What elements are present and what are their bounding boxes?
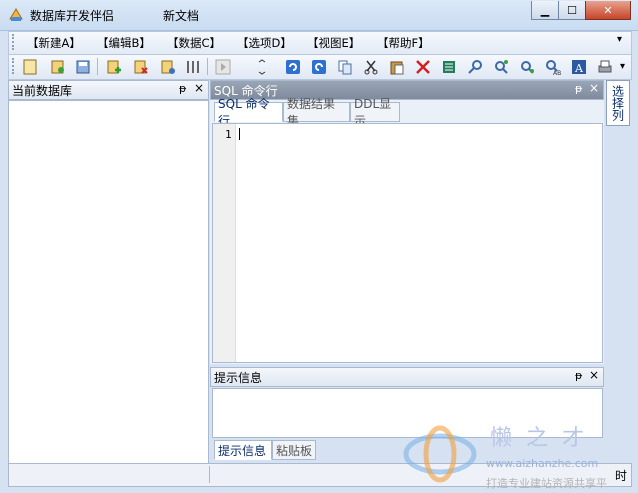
toolbar-separator: [97, 58, 98, 75]
redo-icon[interactable]: [310, 58, 327, 75]
close-icon[interactable]: ×: [589, 368, 599, 382]
database-tree[interactable]: [8, 100, 209, 464]
toolbar-overflow-icon[interactable]: [257, 58, 267, 75]
svg-text:ABC: ABC: [553, 70, 561, 75]
close-icon[interactable]: ×: [589, 81, 599, 95]
close-icon: ✕: [603, 3, 613, 17]
print-icon[interactable]: [596, 58, 613, 75]
undo-icon[interactable]: [284, 58, 301, 75]
pin-icon[interactable]: ᵽ: [179, 82, 186, 95]
menu-view[interactable]: 【视图E】: [307, 35, 360, 51]
replace-icon[interactable]: ABC: [544, 58, 561, 75]
cut-icon[interactable]: [362, 58, 379, 75]
line-number: 1: [225, 128, 232, 141]
delete-icon[interactable]: [132, 58, 149, 75]
menubar-grip[interactable]: [12, 34, 17, 50]
tab-select-columns[interactable]: 选择列: [606, 80, 630, 126]
maximize-button[interactable]: ☐: [558, 1, 586, 20]
tab-clipboard[interactable]: 粘贴板: [272, 440, 316, 460]
run-icon[interactable]: [214, 58, 231, 75]
watermark-logo: [398, 416, 478, 488]
close-button[interactable]: ✕: [585, 1, 631, 20]
svg-text:A: A: [574, 62, 584, 75]
tab-result-set[interactable]: 数据结果集: [283, 97, 350, 128]
toolbar: ABC A ▾: [8, 54, 632, 80]
menu-bar: 【新建A】 【编辑B】 【数据C】 【选项D】 【视图E】 【帮助F】 ▾: [8, 31, 632, 55]
grid-icon[interactable]: [440, 58, 457, 75]
toolbar-grip[interactable]: [12, 58, 17, 74]
sql-panel: SQL 命令行 数据结果集 DDL显示 1: [210, 97, 604, 364]
font-icon[interactable]: A: [570, 58, 587, 75]
app-logo-icon: [8, 7, 24, 23]
status-divider: [209, 466, 210, 483]
open-file-icon[interactable]: [49, 58, 66, 75]
menu-new[interactable]: 【新建A】: [27, 35, 81, 51]
tools-icon[interactable]: [184, 58, 201, 75]
add-icon[interactable]: [105, 58, 122, 75]
pin-icon[interactable]: ᵽ: [575, 82, 582, 95]
sql-editor[interactable]: 1: [212, 123, 603, 363]
tab-sql-command[interactable]: SQL 命令行: [214, 97, 283, 128]
menu-help[interactable]: 【帮助F】: [377, 35, 430, 51]
tab-ddl[interactable]: DDL显示: [350, 97, 400, 128]
status-time: 时: [615, 469, 628, 483]
menu-options[interactable]: 【选项D】: [237, 35, 292, 51]
watermark-tagline: 打造专业建站资源共享平: [486, 477, 607, 490]
line-number-gutter: 1: [213, 124, 236, 362]
find-next-icon[interactable]: [492, 58, 509, 75]
info-panel-header: 提示信息 ᵽ ×: [210, 367, 604, 387]
tab-label: 选择列: [610, 85, 625, 121]
title-bar: 数据库开发伴侣 新文档 ▁ ☐ ✕: [0, 0, 638, 31]
toolbar-more-icon[interactable]: ▾: [620, 61, 625, 72]
text-cursor: [239, 128, 240, 140]
clear-icon[interactable]: [414, 58, 431, 75]
minimize-icon: ▁: [540, 3, 550, 17]
app-title: 数据库开发伴侣: [30, 9, 115, 23]
tab-label: 提示信息: [218, 443, 267, 458]
watermark-text: 懒之才: [490, 426, 599, 451]
tab-info[interactable]: 提示信息: [214, 440, 272, 460]
close-icon[interactable]: ×: [194, 81, 204, 95]
paste-icon[interactable]: [388, 58, 405, 75]
pin-icon[interactable]: ᵽ: [575, 369, 582, 382]
menu-edit[interactable]: 【编辑B】: [97, 35, 151, 51]
current-database-header: 当前数据库 ᵽ ×: [8, 80, 209, 100]
panel-title: 提示信息: [214, 371, 263, 385]
menubar-overflow-icon[interactable]: ▾: [617, 34, 622, 45]
find-icon[interactable]: [466, 58, 483, 75]
menu-data[interactable]: 【数据C】: [167, 35, 221, 51]
properties-icon[interactable]: [159, 58, 176, 75]
panel-title: 当前数据库: [12, 84, 73, 98]
toolbar-separator: [207, 58, 208, 75]
copy-icon[interactable]: [336, 58, 353, 75]
info-tabs: 提示信息 粘贴板: [212, 440, 372, 461]
minimize-button[interactable]: ▁: [531, 1, 559, 20]
maximize-icon: ☐: [567, 3, 577, 17]
tab-label: 粘贴板: [276, 443, 313, 458]
save-file-icon[interactable]: [74, 58, 91, 75]
find-previous-icon[interactable]: [518, 58, 535, 75]
watermark-url: www.aizhanzhe.com: [486, 457, 599, 470]
new-file-icon[interactable]: [21, 58, 38, 75]
document-title: 新文档: [163, 9, 200, 23]
